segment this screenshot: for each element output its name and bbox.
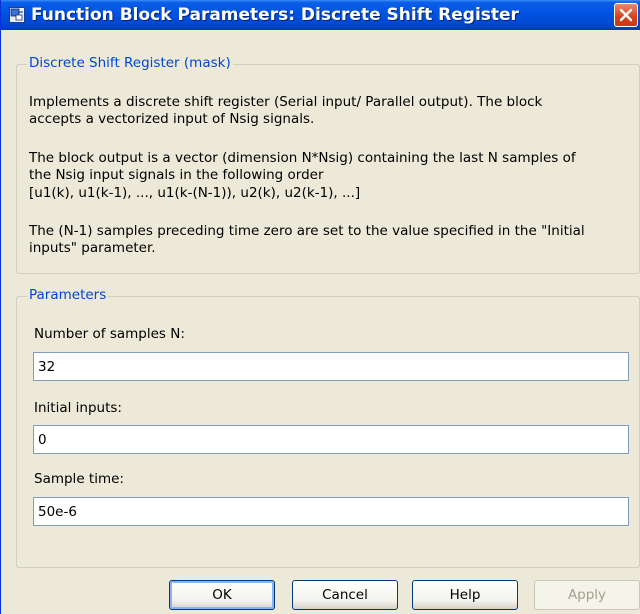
description-line: accepts a vectorized input of Nsig signa…	[29, 111, 315, 127]
initial-inputs-label: Initial inputs:	[34, 400, 122, 416]
sample-time-label: Sample time:	[34, 471, 124, 487]
close-button[interactable]	[614, 3, 638, 27]
description-line: The block output is a vector (dimension …	[29, 150, 576, 166]
apply-button[interactable]: Apply	[534, 580, 640, 610]
parameters-group-legend: Parameters	[27, 287, 109, 303]
num-samples-input[interactable]	[33, 352, 629, 381]
description-line: [u1(k), u1(k-1), ..., u1(k-(N-1)), u2(k)…	[29, 185, 361, 201]
description-line: inputs" parameter.	[29, 240, 156, 256]
num-samples-label: Number of samples N:	[34, 326, 185, 342]
ok-button[interactable]: OK	[169, 580, 275, 610]
description-line: Implements a discrete shift register (Se…	[29, 94, 543, 110]
window-title: Function Block Parameters: Discrete Shif…	[31, 5, 519, 25]
description-group-legend: Discrete Shift Register (mask)	[27, 55, 233, 71]
sample-time-input[interactable]	[33, 497, 629, 526]
initial-inputs-input[interactable]	[33, 425, 629, 454]
description-line: The (N-1) samples preceding time zero ar…	[29, 223, 585, 239]
title-bar[interactable]: Function Block Parameters: Discrete Shif…	[1, 0, 640, 30]
help-button[interactable]: Help	[412, 580, 518, 610]
dialog-window: Function Block Parameters: Discrete Shif…	[0, 0, 640, 614]
description-line: the Nsig input signals in the following …	[29, 167, 324, 183]
simulink-block-icon	[9, 7, 25, 23]
cancel-button[interactable]: Cancel	[292, 580, 398, 610]
